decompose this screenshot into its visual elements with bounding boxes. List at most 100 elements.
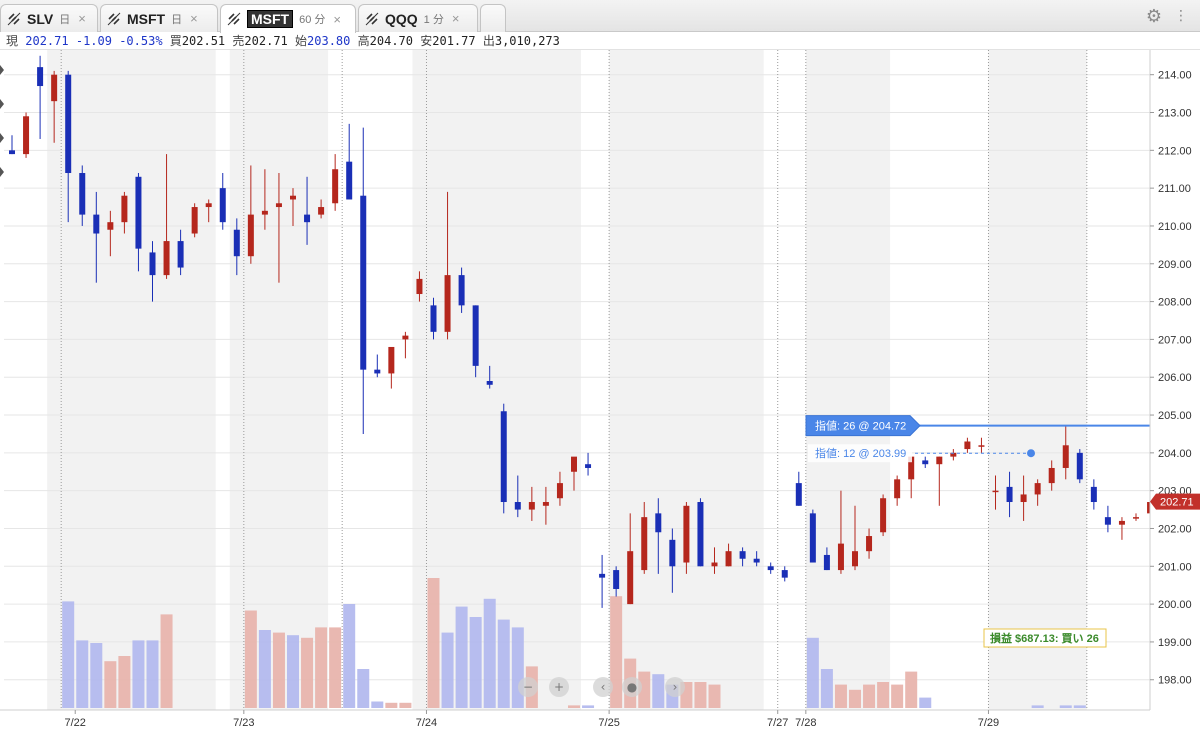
candle-body	[430, 305, 437, 332]
candle-body	[627, 551, 634, 605]
close-icon[interactable]: ×	[333, 12, 341, 27]
volume-bar	[287, 635, 299, 708]
volume-bar	[652, 674, 665, 708]
left-edge-marker	[0, 167, 4, 177]
last-label: 現	[6, 34, 19, 48]
close-icon[interactable]: ×	[78, 11, 86, 26]
candle-body	[402, 335, 409, 340]
volume-bar	[427, 578, 440, 708]
y-tick-label: 213.00	[1158, 108, 1192, 120]
candlestick-chart[interactable]: 指値: 26 @ 204.72 指値: 12 @ 203.99 214.00 213…	[0, 50, 1200, 731]
volume-bar	[582, 705, 595, 708]
new-tab-button[interactable]	[480, 4, 506, 32]
candle-body	[275, 203, 282, 208]
candle-body	[823, 554, 830, 571]
tab-msft-60min[interactable]: MSFT 60 分 ×	[220, 4, 356, 33]
y-tick-label: 211.00	[1158, 183, 1191, 195]
candle-body	[332, 169, 339, 204]
volume-bar	[497, 619, 510, 708]
left-edge-marker	[0, 65, 4, 75]
candle-body	[992, 490, 999, 493]
candle-body	[233, 229, 240, 257]
ask-label: 売	[232, 34, 245, 48]
open-value: 203.80	[307, 34, 351, 48]
last-price: 202.71	[25, 34, 69, 48]
y-tick-label: 208.00	[1158, 297, 1192, 309]
candle-body	[360, 195, 367, 370]
candle-body	[1006, 486, 1013, 503]
candle-body	[922, 460, 929, 465]
volume-bar	[371, 701, 384, 708]
candle-body	[795, 483, 802, 506]
candle-body	[388, 346, 395, 374]
candle-body	[37, 67, 44, 87]
volume-bar	[146, 640, 159, 708]
y-tick-label: 201.00	[1158, 561, 1192, 573]
x-tick-label: 7/28	[795, 717, 816, 729]
candle-body	[121, 195, 128, 223]
y-tick-label: 214.00	[1158, 70, 1192, 82]
candle-body	[837, 543, 844, 571]
order-handle[interactable]	[1027, 449, 1035, 458]
candle-body	[107, 222, 114, 230]
ask-value: 202.71	[244, 34, 288, 48]
x-tick-label: 7/29	[978, 717, 999, 729]
zoom-in-button-glyph: +	[554, 680, 564, 694]
candle-body	[556, 483, 563, 499]
candle-body	[655, 513, 662, 533]
close-icon[interactable]: ×	[452, 11, 460, 26]
link-icon	[227, 12, 241, 26]
candle-body	[486, 381, 493, 385]
candle-body	[79, 173, 86, 215]
candle-body	[767, 566, 774, 571]
candle-body	[65, 74, 72, 174]
quote-bar: 現 202.71 -1.09 -0.53% 買202.51 売202.71 始2…	[0, 32, 1200, 50]
candle-body	[1118, 520, 1125, 525]
volume-bar	[399, 702, 412, 708]
y-tick-label: 212.00	[1158, 145, 1192, 157]
candle-body	[9, 150, 15, 155]
y-tick-label: 207.00	[1158, 334, 1192, 346]
volume-bar	[877, 682, 890, 708]
scroll-left-button-glyph: ‹	[601, 680, 606, 694]
candle-body	[852, 551, 858, 567]
tab-overflow-icon[interactable]: ⋮	[1174, 7, 1188, 24]
tab-msft-daily[interactable]: MSFT 日 ×	[100, 4, 218, 32]
volume-bar	[708, 684, 721, 708]
candle-body	[725, 551, 732, 567]
candle-body	[318, 207, 325, 215]
x-tick-label: 7/24	[416, 717, 437, 729]
volume-bar	[357, 669, 370, 708]
candle-body	[1034, 483, 1041, 495]
reset-view-button-glyph: ●	[627, 680, 637, 694]
tab-timeframe: 日	[59, 13, 71, 26]
candle-body	[374, 369, 381, 374]
gear-icon[interactable]: ⚙	[1146, 6, 1162, 27]
bid-label: 買	[169, 34, 182, 48]
tab-timeframe: 1 分	[423, 13, 444, 26]
candle-body	[444, 275, 451, 332]
close-icon[interactable]: ×	[190, 11, 198, 26]
volume-bar	[385, 702, 398, 708]
volume-bar	[568, 705, 580, 708]
tab-timeframe: 日	[171, 13, 183, 26]
link-icon	[365, 12, 379, 25]
candle-body	[191, 207, 198, 234]
candle-body	[135, 176, 142, 249]
tab-qqq[interactable]: QQQ 1 分 ×	[358, 4, 478, 32]
tab-symbol: MSFT	[247, 10, 294, 28]
y-tick-label: 202.00	[1158, 523, 1192, 535]
link-icon	[107, 12, 121, 25]
volume-bar	[511, 627, 524, 708]
open-label: 始	[295, 34, 308, 48]
volume-bar	[820, 669, 833, 708]
candle-body	[683, 505, 690, 563]
candle-body	[1048, 467, 1055, 484]
scroll-right-button-glyph: ›	[673, 680, 678, 694]
candle-body	[528, 502, 535, 510]
tab-slv[interactable]: SLV 日 ×	[0, 4, 98, 32]
candle-body	[809, 513, 816, 563]
y-tick-label: 210.00	[1158, 221, 1192, 233]
candle-body	[51, 74, 58, 102]
tab-timeframe: 60 分	[299, 14, 326, 26]
